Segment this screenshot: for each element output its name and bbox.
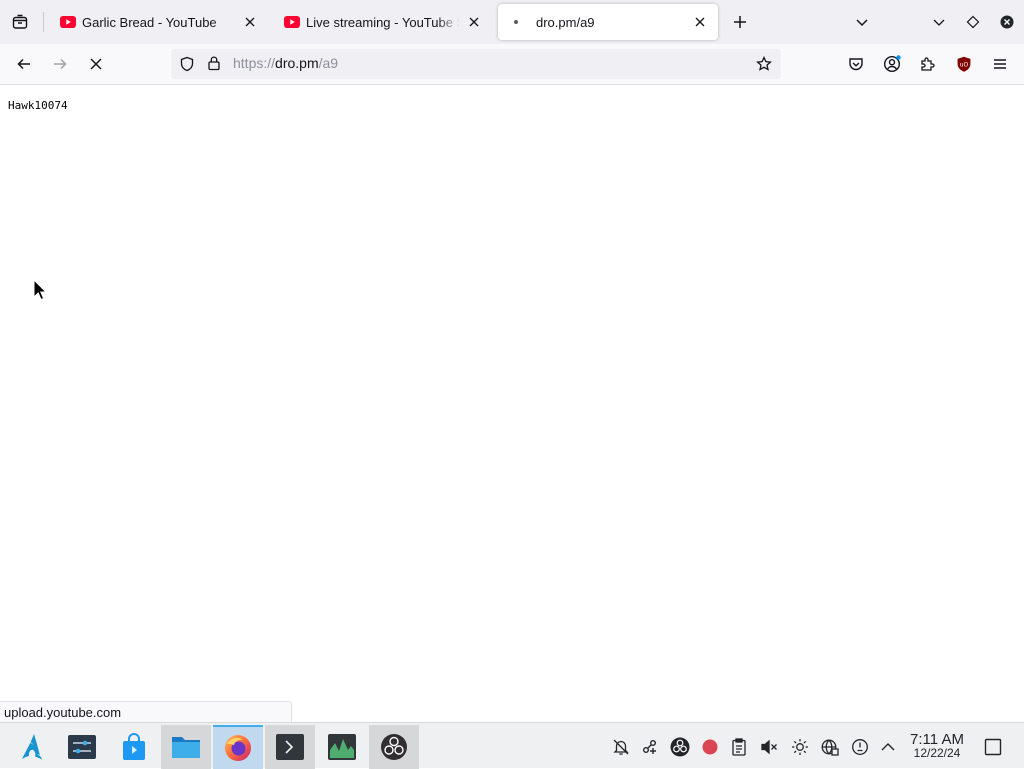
- brightness-icon[interactable]: [790, 737, 810, 757]
- kde-connect-icon[interactable]: [640, 737, 660, 757]
- tab-title: Live streaming - YouTube Studio: [306, 14, 460, 30]
- discover-store-icon: [123, 733, 145, 760]
- konsole-button[interactable]: [265, 725, 315, 769]
- ublock-origin-icon: uO: [957, 56, 971, 72]
- tab-separator: [43, 12, 44, 32]
- url-path: /a9: [318, 55, 339, 71]
- arrow-left-icon: [17, 58, 30, 70]
- close-circle-icon: [1000, 15, 1014, 29]
- recording-indicator-icon[interactable]: [700, 737, 720, 757]
- forward-button[interactable]: [45, 49, 75, 79]
- obs-button[interactable]: [369, 725, 419, 769]
- volume-muted-icon[interactable]: [759, 737, 779, 757]
- stop-loading-button[interactable]: [81, 49, 111, 79]
- diamond-icon: [966, 15, 980, 29]
- ublock-origin-button[interactable]: uO: [949, 49, 979, 79]
- firefox-button[interactable]: [213, 725, 263, 769]
- close-tab-icon[interactable]: [464, 12, 484, 32]
- window-maximize-button[interactable]: [958, 7, 988, 37]
- system-monitor-button[interactable]: [317, 725, 367, 769]
- mouse-cursor-icon: [33, 279, 47, 301]
- link-status-tooltip: upload.youtube.com: [0, 701, 292, 723]
- svg-text:uO: uO: [960, 62, 969, 69]
- plus-icon: [734, 16, 746, 28]
- settings-sliders-icon: [68, 735, 96, 759]
- page-content: Hawk10074: [0, 86, 1024, 722]
- lock-icon[interactable]: [207, 55, 221, 76]
- url-bar[interactable]: https://dro.pm/a9: [171, 49, 781, 79]
- close-icon: [90, 58, 102, 70]
- url-text[interactable]: https://dro.pm/a9: [233, 55, 338, 71]
- network-icon[interactable]: [820, 737, 840, 757]
- system-monitor-icon: [328, 734, 356, 760]
- tab-title: dro.pm/a9: [536, 14, 595, 30]
- system-settings-button[interactable]: [57, 725, 107, 769]
- page-text: Hawk10074: [8, 99, 68, 112]
- extensions-button[interactable]: [913, 49, 943, 79]
- puzzle-piece-icon: [921, 57, 935, 71]
- arrow-right-icon: [54, 58, 67, 70]
- tab-garlic-bread[interactable]: Garlic Bread - YouTube: [50, 4, 268, 40]
- taskbar: [0, 722, 1024, 769]
- close-tab-icon[interactable]: [690, 12, 710, 32]
- new-tab-button[interactable]: [725, 7, 755, 37]
- clipboard-icon[interactable]: [729, 737, 749, 757]
- url-scheme: https://: [233, 55, 276, 71]
- show-desktop-button[interactable]: [982, 737, 1004, 757]
- notifications-muted-icon[interactable]: [611, 737, 631, 757]
- arch-linux-icon: [22, 734, 43, 760]
- app-menu-button[interactable]: [985, 49, 1015, 79]
- youtube-icon: [60, 14, 76, 30]
- tracking-protection-shield-icon[interactable]: [179, 56, 195, 77]
- firefox-view-button[interactable]: [5, 7, 35, 37]
- pocket-button[interactable]: [841, 49, 871, 79]
- tab-dro-pm[interactable]: dro.pm/a9: [498, 4, 718, 40]
- tray-expand-chevron-up-icon[interactable]: [878, 737, 898, 757]
- hamburger-menu-icon: [994, 59, 1006, 69]
- navigation-toolbar: https://dro.pm/a9 uO: [0, 44, 1024, 85]
- chevron-down-icon: [856, 19, 868, 27]
- window-close-button[interactable]: [992, 7, 1022, 37]
- firefox-view-icon: [12, 14, 28, 29]
- terminal-icon: [276, 734, 304, 760]
- power-management-icon[interactable]: [850, 737, 870, 757]
- close-tab-icon[interactable]: [240, 12, 260, 32]
- folder-icon: [172, 737, 200, 758]
- account-icon: [883, 55, 901, 73]
- tab-live-streaming[interactable]: Live streaming - YouTube Studio: [274, 4, 492, 40]
- clock-date[interactable]: 12/22/24: [904, 746, 970, 760]
- firefox-icon: [225, 735, 251, 761]
- obs-tray-icon[interactable]: [670, 737, 690, 757]
- bookmark-star-icon[interactable]: [756, 55, 772, 77]
- window-minimize-button[interactable]: [924, 7, 954, 37]
- loading-dot-icon: [508, 14, 524, 30]
- list-all-tabs-button[interactable]: [847, 7, 877, 37]
- dolphin-button[interactable]: [161, 725, 211, 769]
- app-launcher-button[interactable]: [9, 725, 59, 769]
- tab-title: Garlic Bread - YouTube: [82, 14, 217, 30]
- show-desktop-icon: [984, 738, 1002, 756]
- pocket-icon: [849, 58, 863, 71]
- account-button[interactable]: [877, 49, 907, 79]
- tab-strip: Garlic Bread - YouTube Live streaming - …: [0, 0, 1024, 44]
- obs-icon: [381, 734, 407, 760]
- chevron-down-icon: [933, 19, 945, 26]
- youtube-icon: [284, 14, 300, 30]
- discover-button[interactable]: [109, 725, 159, 769]
- url-host: dro.pm: [275, 55, 319, 71]
- back-button[interactable]: [9, 49, 39, 79]
